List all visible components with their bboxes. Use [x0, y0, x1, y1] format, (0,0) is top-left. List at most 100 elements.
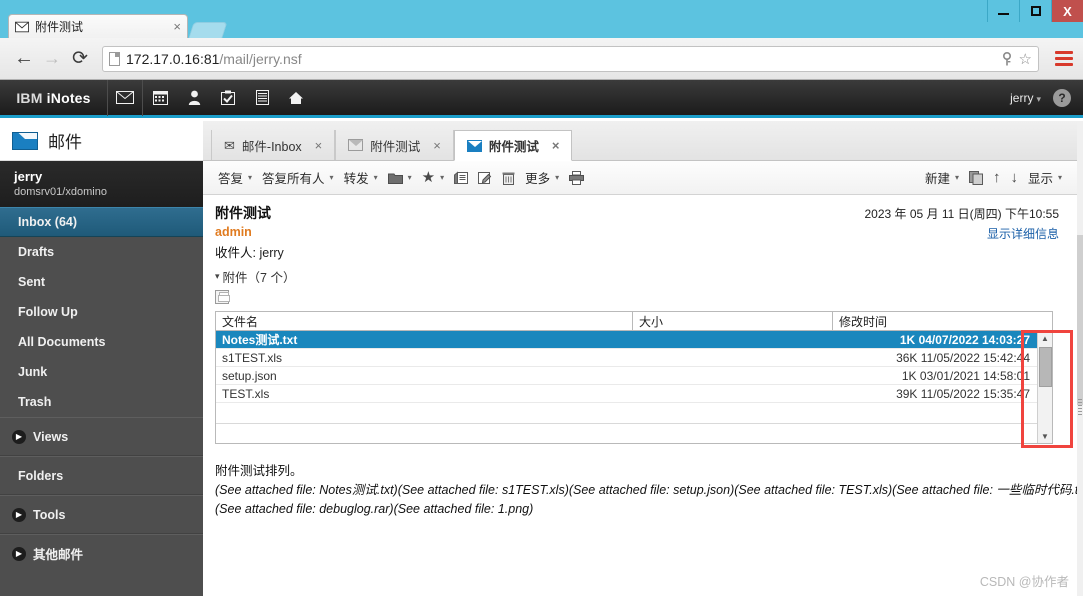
back-icon[interactable]: ←: [10, 45, 38, 73]
mark-read-button[interactable]: [449, 165, 473, 191]
envelope-icon: [15, 21, 29, 32]
previous-button[interactable]: ↑: [988, 165, 1006, 191]
sidebar-item-inbox[interactable]: Inbox (64): [0, 207, 203, 237]
mail-icon[interactable]: [108, 80, 142, 115]
user-menu[interactable]: jerry ▾: [1010, 91, 1041, 105]
scroll-down-icon[interactable]: ▼: [1038, 429, 1052, 443]
move-to-folder-button[interactable]: ▾: [383, 165, 417, 191]
attachment-size: 39K: [896, 386, 918, 401]
sidebar-item-follow-up[interactable]: Follow Up: [0, 297, 203, 327]
attachments-header[interactable]: ▾ 附件（7 个）: [215, 267, 1065, 286]
tab-attachment-test-2[interactable]: 附件测试 ×: [453, 130, 573, 161]
tab-label: 附件测试: [488, 140, 539, 154]
message-sender[interactable]: admin: [215, 225, 1065, 239]
attachment-modified: 11/05/2022 15:35:47: [920, 386, 1030, 401]
app-title: 邮件: [48, 133, 82, 152]
next-button[interactable]: ↓: [1005, 165, 1023, 191]
mail-app-icon: [12, 131, 38, 150]
content-area: ✉ 邮件-Inbox × 附件测试 × 附件测试 × 答复 ▾ 答复所有人 ▾ …: [203, 121, 1077, 596]
follow-up-button[interactable]: ★ ▾: [417, 165, 449, 191]
sidebar-item-all-documents[interactable]: All Documents: [0, 327, 203, 357]
browser-tab-close-icon[interactable]: ×: [173, 19, 181, 34]
tab-close-icon[interactable]: ×: [552, 138, 560, 153]
window-close-button[interactable]: X: [1051, 0, 1083, 22]
print-button[interactable]: [564, 165, 589, 191]
contacts-icon[interactable]: [177, 80, 211, 115]
trash-icon: [502, 172, 515, 185]
forward-button[interactable]: 转发 ▾: [339, 165, 383, 191]
sidebar-section-other-mail[interactable]: ▶ 其他邮件: [0, 534, 203, 573]
delete-button[interactable]: [497, 165, 520, 191]
reply-all-button[interactable]: 答复所有人 ▾: [257, 165, 339, 191]
sidebar-section-label: 其他邮件: [33, 548, 84, 562]
sidebar-item-drafts[interactable]: Drafts: [0, 237, 203, 267]
address-bar[interactable]: 172.17.0.16:81/mail/jerry.nsf ☆: [102, 45, 1039, 72]
table-row[interactable]: s1TEST.xls 36K 11/05/2022 15:42:44: [216, 349, 1052, 367]
attachment-modified: 11/05/2022 15:42:44: [920, 350, 1030, 365]
tab-close-icon[interactable]: ×: [315, 138, 323, 153]
sidebar-section-folders[interactable]: Folders: [0, 456, 203, 495]
sidebar-item-label: Trash: [18, 395, 52, 409]
sidebar-section-tools[interactable]: ▶ Tools: [0, 495, 203, 534]
sidebar-item-sent[interactable]: Sent: [0, 267, 203, 297]
chevron-down-icon: ▾: [440, 173, 445, 182]
more-button[interactable]: 更多 ▾: [520, 165, 564, 191]
column-header-filename[interactable]: 文件名: [216, 312, 633, 330]
reload-icon[interactable]: ⟳: [66, 45, 94, 73]
show-details-link[interactable]: 显示详细信息: [987, 225, 1059, 242]
tab-mail-inbox[interactable]: ✉ 邮件-Inbox ×: [211, 130, 336, 160]
scroll-up-icon[interactable]: ▲: [1038, 331, 1052, 345]
sidebar-item-trash[interactable]: Trash: [0, 387, 203, 417]
window-minimize-button[interactable]: [987, 0, 1019, 22]
save-attachments-icon[interactable]: [215, 290, 230, 304]
message-icon: [466, 139, 482, 152]
new-tab-button[interactable]: [188, 22, 228, 38]
brand-inotes: iNotes: [46, 89, 91, 106]
message-recipient: 收件人: jerry: [215, 242, 1065, 261]
attachment-size: 1K: [901, 368, 917, 383]
home-icon[interactable]: [279, 80, 313, 115]
key-icon[interactable]: [1001, 51, 1013, 66]
scrollbar-grip-icon: [1078, 399, 1082, 415]
browser-menu-icon[interactable]: [1055, 51, 1073, 66]
page-scrollbar[interactable]: [1077, 121, 1083, 596]
recipient-label: 收件人:: [215, 246, 256, 260]
copy-button[interactable]: [964, 165, 988, 191]
edit-icon: [478, 171, 492, 184]
edit-button[interactable]: [473, 165, 497, 191]
browser-tab[interactable]: 附件测试 ×: [8, 14, 188, 38]
attachment-filename: TEST.xls: [222, 386, 270, 401]
body-line-3: (See attached file: debuglog.rar)(See at…: [215, 501, 534, 516]
reply-button[interactable]: 答复 ▾: [213, 165, 257, 191]
table-row[interactable]: setup.json 1K 03/01/2021 14:58:01: [216, 367, 1052, 385]
bookmark-star-icon[interactable]: ☆: [1019, 50, 1032, 68]
table-row[interactable]: Notes测试.txt 1K 04/07/2022 14:03:27: [216, 331, 1052, 349]
table-row[interactable]: TEST.xls 39K 11/05/2022 15:35:47: [216, 385, 1052, 403]
column-header-size[interactable]: 大小: [633, 312, 833, 330]
window-maximize-button[interactable]: [1019, 0, 1051, 22]
tasks-icon[interactable]: [211, 80, 245, 115]
tab-close-icon[interactable]: ×: [433, 138, 441, 153]
attachment-grid-scrollbar[interactable]: ▲ ▼: [1037, 331, 1052, 443]
help-icon[interactable]: ?: [1053, 88, 1071, 107]
tab-attachment-test-1[interactable]: 附件测试 ×: [335, 130, 454, 160]
display-button[interactable]: 显示 ▾: [1023, 165, 1067, 191]
notebook-icon[interactable]: [245, 80, 279, 115]
page-scrollbar-thumb[interactable]: [1077, 235, 1083, 405]
new-button[interactable]: 新建 ▾: [920, 165, 964, 191]
sidebar-item-junk[interactable]: Junk: [0, 357, 203, 387]
forward-icon[interactable]: →: [38, 45, 66, 73]
column-header-modified[interactable]: 修改时间: [833, 312, 1052, 330]
sidebar-section-views[interactable]: ▶ Views: [0, 417, 203, 456]
message-body: 附件测试排列。 (See attached file: Notes测试.txt)…: [215, 462, 1077, 518]
sidebar-section-label: Views: [33, 429, 69, 444]
scrollbar-thumb[interactable]: [1039, 347, 1052, 387]
printer-icon: [569, 170, 585, 185]
star-icon: ★: [421, 169, 436, 186]
attachment-filename: s1TEST.xls: [222, 350, 283, 365]
chevron-down-icon: ▾: [215, 271, 220, 281]
browser-tab-title: 附件测试: [35, 20, 84, 34]
attachment-modified: 04/07/2022 14:03:27: [918, 332, 1030, 347]
calendar-icon[interactable]: [143, 80, 177, 115]
screenshot-root: 附件测试 × X ← → ⟳ 172.17.0.16:81/mail/jerry…: [0, 0, 1083, 596]
